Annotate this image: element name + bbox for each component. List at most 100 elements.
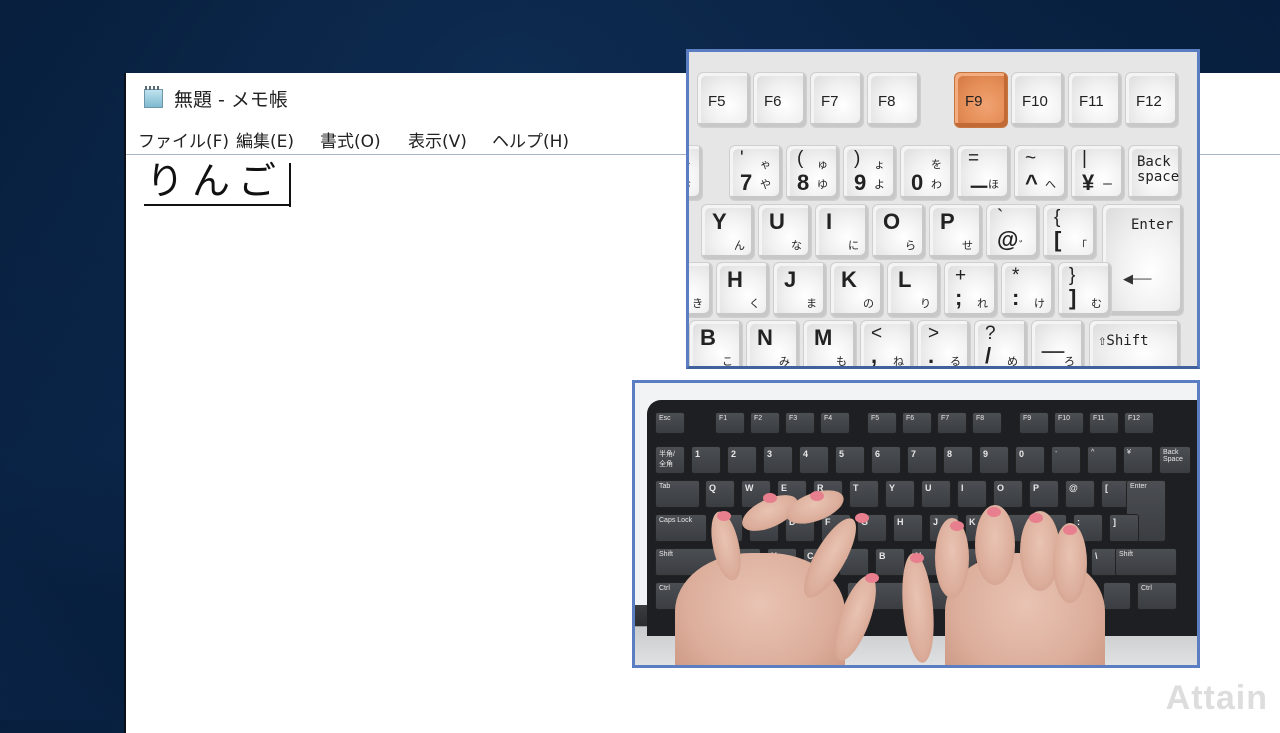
- key-label: F5: [708, 93, 726, 110]
- key-kana-shift: ゅ: [817, 159, 828, 171]
- photo-key-bottom: B: [875, 548, 905, 576]
- key-home[interactable]: Lり: [887, 262, 941, 318]
- key-bottom[interactable]: Bこ: [689, 320, 743, 368]
- key-shift-label: >: [928, 323, 940, 344]
- key-kana: ん: [734, 240, 745, 252]
- key-kana: け: [1034, 298, 1045, 310]
- photo-key-f1: F1: [715, 412, 745, 434]
- key-label: F11: [1079, 93, 1104, 110]
- key-label: ,: [871, 343, 878, 368]
- key-num[interactable]: &6ぉお: [689, 145, 703, 201]
- photo-key-f3: F3: [785, 412, 815, 434]
- key-label: J: [784, 267, 797, 292]
- photo-key-num: 1: [691, 446, 721, 474]
- key-f6[interactable]: F6: [753, 72, 807, 128]
- key-num[interactable]: ~ ^ へ: [1014, 145, 1068, 201]
- key-shift-label: (: [797, 148, 804, 169]
- fingernail: [855, 513, 869, 523]
- key-home[interactable]: Jま: [773, 262, 827, 318]
- key-label: @: [997, 227, 1019, 252]
- photo-key-@: @: [1065, 480, 1095, 508]
- key-label: L: [898, 267, 912, 292]
- key-home[interactable]: +; れ: [944, 262, 998, 318]
- menu-edit[interactable]: 編集(E): [236, 127, 294, 152]
- key-u[interactable]: Uな: [758, 204, 812, 260]
- key-enter[interactable]: Enter ◀──: [1102, 204, 1184, 316]
- key-kana: よ: [874, 179, 885, 191]
- key-label: Back space: [1137, 155, 1179, 185]
- key-num[interactable]: = －ほ: [957, 145, 1011, 201]
- key-y[interactable]: Yん: [701, 204, 755, 260]
- key-bottom[interactable]: ＿ ろ: [1031, 320, 1085, 366]
- photo-key-num: 9: [979, 446, 1009, 474]
- key-f7[interactable]: F7: [810, 72, 864, 128]
- notepad-icon: [142, 85, 164, 108]
- key-f5[interactable]: F5: [697, 72, 751, 128]
- fingernail: [1029, 513, 1043, 523]
- key-i[interactable]: Iに: [815, 204, 869, 260]
- key-kana-shift: を: [931, 159, 942, 171]
- ime-composition-underline: [144, 204, 290, 206]
- menu-file[interactable]: ファイル(F): [138, 127, 229, 152]
- key-kana-shift: ょ: [874, 159, 885, 171]
- key-bottom[interactable]: >. る: [917, 320, 971, 366]
- window-title: 無題 - メモ帳: [174, 89, 288, 111]
- key-kana: ら: [905, 240, 916, 252]
- key-kana: せ: [962, 240, 973, 252]
- key-home[interactable]: }] む: [1058, 262, 1112, 318]
- key-p[interactable]: Pせ: [929, 204, 983, 260]
- key-shift-label: ': [740, 148, 744, 169]
- key-label: F9: [965, 93, 983, 110]
- key-right-shift[interactable]: ⇧Shift: [1089, 320, 1181, 366]
- key-@[interactable]: ` @ ゛: [986, 204, 1040, 260]
- photo-key-y: Y: [885, 480, 915, 508]
- key-[[interactable]: {[「: [1043, 204, 1097, 260]
- key-kana: こ: [722, 356, 733, 368]
- menu-view[interactable]: 表示(V): [408, 127, 467, 152]
- photo-key-i: I: [957, 480, 987, 508]
- menu-format[interactable]: 書式(O): [320, 127, 381, 152]
- key-num[interactable]: ' 7 ゃや: [729, 145, 783, 201]
- key-home[interactable]: Kの: [830, 262, 884, 318]
- photo-key-f9: F9: [1019, 412, 1049, 434]
- key-home[interactable]: *: け: [1001, 262, 1055, 318]
- key-shift-label: =: [968, 148, 980, 169]
- key-num[interactable]: 0をわ: [900, 145, 954, 201]
- menu-help[interactable]: ヘルプ(H): [492, 127, 569, 152]
- fingernail: [987, 507, 1001, 517]
- fingernail: [810, 491, 824, 501]
- key-kana: も: [836, 356, 847, 368]
- key-shift-label: *: [1012, 265, 1020, 286]
- key-f10[interactable]: F10: [1011, 72, 1065, 128]
- key-f9[interactable]: F9: [954, 72, 1008, 128]
- key-g[interactable]: き: [689, 262, 713, 318]
- photo-key-f11: F11: [1089, 412, 1119, 434]
- key-num[interactable]: ) 9 ょよ: [843, 145, 897, 201]
- photo-key-home: ]: [1109, 514, 1139, 542]
- key-label-line: Back: [1137, 154, 1171, 170]
- key-home[interactable]: Hく: [716, 262, 770, 318]
- key-o[interactable]: Oら: [872, 204, 926, 260]
- key-num[interactable]: | ¥ ー: [1071, 145, 1125, 201]
- key-f12[interactable]: F12: [1125, 72, 1179, 128]
- key-bottom[interactable]: <, ね: [860, 320, 914, 368]
- key-bottom[interactable]: ? / め: [974, 320, 1028, 366]
- key-bottom[interactable]: Mも: [803, 320, 857, 368]
- photo-key-num: Back Space: [1159, 446, 1191, 474]
- key-kana-shift: ぉ: [689, 156, 691, 172]
- photo-key-num: 8: [943, 446, 973, 474]
- key-num[interactable]: (8 ゅゆ: [786, 145, 840, 201]
- key-kana: ほ: [988, 179, 999, 191]
- key-shift-label: `: [997, 207, 1004, 228]
- enter-arrow-icon: ◀──: [1123, 271, 1152, 286]
- key-bottom[interactable]: Nみ: [746, 320, 800, 366]
- key-backspace[interactable]: Back space: [1128, 145, 1182, 201]
- key-kana: な: [791, 240, 802, 252]
- key-f11[interactable]: F11: [1068, 72, 1122, 128]
- photo-key-num: ^: [1087, 446, 1117, 474]
- key-shift-label: {: [1054, 207, 1061, 228]
- key-f8[interactable]: F8: [867, 72, 921, 128]
- key-label: ^: [1025, 170, 1038, 195]
- key-label: ;: [955, 285, 963, 310]
- key-shift-label: <: [871, 323, 883, 344]
